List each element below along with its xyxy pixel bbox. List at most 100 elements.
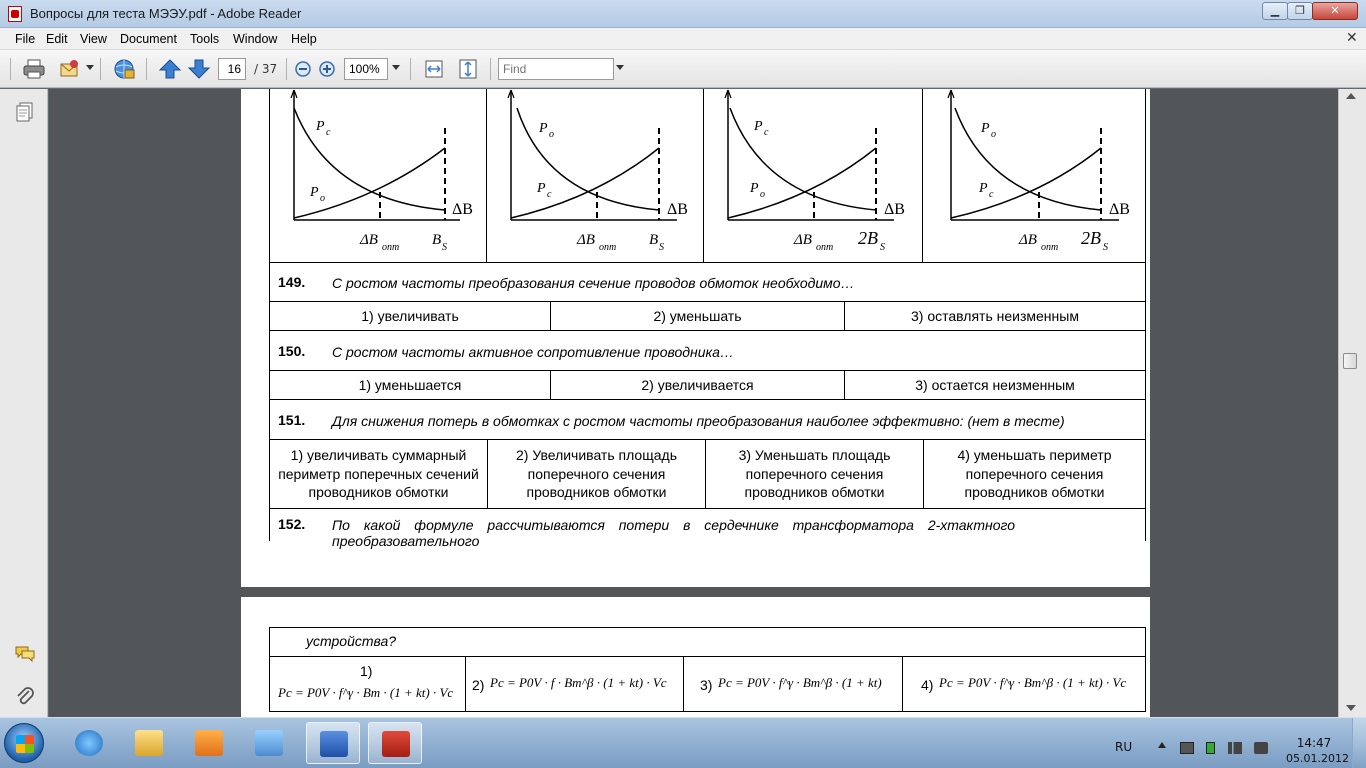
taskbar-adobe-reader[interactable]: [368, 722, 422, 764]
title-bar: Вопросы для теста МЭЭУ.pdf - Adobe Reade…: [0, 0, 1366, 28]
taskbar-word[interactable]: [306, 722, 360, 764]
network-icon[interactable]: [1228, 742, 1242, 754]
question-number: 150.: [278, 343, 306, 359]
pages-icon[interactable]: [14, 101, 36, 123]
find-dropdown-icon[interactable]: [616, 65, 624, 70]
question-text: С ростом частоты активное сопротивление …: [332, 344, 734, 360]
graph-cell-2[interactable]: P o P c ΔB ΔB опт B S: [486, 89, 704, 263]
battery-icon[interactable]: [1206, 742, 1215, 754]
graph-label: P: [536, 181, 546, 196]
answer-option[interactable]: 3) Уменьшать площадь поперечного сечения…: [705, 439, 924, 509]
pdf-page-16: P c P o ΔB ΔB опт B S P o P c ΔB ΔB опт …: [241, 89, 1150, 587]
action-center-icon[interactable]: [1180, 742, 1194, 754]
answer-option[interactable]: 4) уменьшать периметр поперечного сечени…: [923, 439, 1146, 509]
graph-2: P o P c ΔB ΔB опт B S: [507, 89, 688, 253]
document-viewport[interactable]: P c P o ΔB ΔB опт B S P o P c ΔB ΔB опт …: [49, 89, 1338, 717]
saturation-label: 2B: [858, 228, 878, 248]
answer-option[interactable]: 2) Увеличивать площадь поперечного сечен…: [487, 439, 706, 509]
answer-option[interactable]: 1) увеличивать суммарный периметр попере…: [269, 439, 488, 509]
taskbar-paint[interactable]: [242, 722, 296, 764]
volume-icon[interactable]: [1254, 742, 1268, 754]
toolbar-separator: [100, 58, 101, 80]
adobe-reader-icon: [382, 731, 410, 757]
menu-window[interactable]: Window: [233, 32, 277, 46]
graph-label: P: [538, 121, 548, 136]
question-152: 152. По какой формуле рассчитываются пот…: [269, 508, 1146, 549]
graph-cell-4[interactable]: P o P c ΔB ΔB опт 2B S: [922, 89, 1146, 263]
answer-option[interactable]: 1) уменьшается: [269, 370, 551, 400]
graph-1: P c P o ΔB ΔB опт B S: [290, 89, 473, 253]
graph-label-sub: o: [549, 129, 554, 140]
graph-cell-3[interactable]: P c P o ΔB ΔB опт 2B S: [703, 89, 923, 263]
paint-icon: [255, 730, 283, 756]
answer-option[interactable]: 1) Pc = P0V · f^γ · Bm · (1 + kt) · Vc: [269, 656, 466, 712]
fit-page-icon[interactable]: [456, 58, 480, 80]
folder-icon: [135, 730, 163, 756]
taskbar: RU 14:47 05.01.2012: [0, 717, 1366, 768]
maximize-button[interactable]: ❐: [1287, 2, 1313, 20]
menu-tools[interactable]: Tools: [190, 32, 219, 46]
paperclip-icon[interactable]: [14, 685, 36, 707]
answer-option[interactable]: 3) остается неизменным: [844, 370, 1146, 400]
show-desktop-button[interactable]: [1352, 718, 1366, 768]
graph-cell-1[interactable]: P c P o ΔB ΔB опт B S: [269, 89, 487, 263]
toolbar-separator: [146, 58, 147, 80]
globe-icon[interactable]: [112, 58, 136, 80]
clock-date[interactable]: 05.01.2012: [1286, 752, 1349, 765]
answer-option[interactable]: 4) Pc = P0V · f^γ · Bm^β · (1 + kt) · Vc: [902, 656, 1146, 712]
close-button[interactable]: ✕: [1312, 2, 1358, 20]
language-indicator[interactable]: RU: [1115, 740, 1132, 754]
answer-option[interactable]: 3) Pc = P0V · f^γ · Bm^β · (1 + kt): [683, 656, 903, 712]
printer-icon[interactable]: [22, 58, 46, 80]
formula: Pc = P0V · f^γ · Bm^β · (1 + kt) · Vc: [939, 675, 1127, 690]
arrow-down-icon[interactable]: [187, 58, 211, 80]
zoom-out-icon[interactable]: [292, 58, 316, 80]
scroll-down-icon[interactable]: [1346, 705, 1356, 711]
delta-b-opt-label: ΔB: [576, 232, 595, 248]
zoom-dropdown-icon[interactable]: [392, 65, 400, 70]
taskbar-ie[interactable]: [62, 722, 116, 764]
graph-label-sub: o: [760, 189, 765, 200]
graph-label-sub: S: [1103, 242, 1108, 253]
answer-option[interactable]: 2) Pc = P0V · f · Bm^β · (1 + kt) · Vc: [465, 656, 684, 712]
answer-option[interactable]: 1) увеличивать: [269, 301, 551, 331]
pdf-app-icon: [8, 6, 22, 22]
menu-help[interactable]: Help: [291, 32, 317, 46]
menu-bar: File Edit View Document Tools Window Hel…: [0, 28, 1366, 50]
start-button[interactable]: [4, 723, 44, 763]
menu-edit[interactable]: Edit: [46, 32, 68, 46]
graph-label: P: [309, 185, 319, 200]
email-icon[interactable]: [58, 58, 82, 80]
clock-time[interactable]: 14:47: [1286, 736, 1342, 750]
toolbar-grip: [10, 58, 11, 80]
answer-option[interactable]: 2) увеличивается: [550, 370, 845, 400]
email-dropdown-icon[interactable]: [86, 65, 94, 70]
taskbar-explorer[interactable]: [122, 722, 176, 764]
answer-option[interactable]: 2) уменьшать: [550, 301, 845, 331]
graph-label-sub: опт: [599, 242, 616, 253]
page-number-input[interactable]: 16: [218, 58, 246, 80]
formula: Pc = P0V · f · Bm^β · (1 + kt) · Vc: [490, 675, 667, 690]
question-text: По какой формуле рассчитываются потери в…: [332, 517, 1016, 549]
fit-width-icon[interactable]: [422, 58, 446, 80]
question-text: С ростом частоты преобразования сечение …: [332, 275, 855, 291]
tray-expand-icon[interactable]: [1158, 742, 1166, 748]
taskbar-media-player[interactable]: [182, 722, 236, 764]
comments-icon[interactable]: [14, 643, 36, 665]
question-151: 151. Для снижения потерь в обмотках с ро…: [269, 399, 1146, 440]
graph-label-sub: опт: [1041, 242, 1058, 253]
scroll-thumb[interactable]: [1343, 353, 1357, 369]
graph-label: P: [315, 119, 325, 134]
vertical-scrollbar[interactable]: [1338, 89, 1366, 717]
find-input[interactable]: [498, 58, 614, 80]
zoom-level-input[interactable]: 100%: [344, 58, 388, 80]
menu-file[interactable]: File: [15, 32, 35, 46]
menu-document[interactable]: Document: [120, 32, 177, 46]
zoom-in-icon[interactable]: [316, 58, 340, 80]
document-close-icon[interactable]: ✕: [1346, 30, 1358, 46]
scroll-up-icon[interactable]: [1346, 93, 1356, 99]
arrow-up-icon[interactable]: [158, 58, 182, 80]
answer-option[interactable]: 3) оставлять неизменным: [844, 301, 1146, 331]
minimize-button[interactable]: ▁: [1262, 2, 1288, 20]
menu-view[interactable]: View: [80, 32, 107, 46]
